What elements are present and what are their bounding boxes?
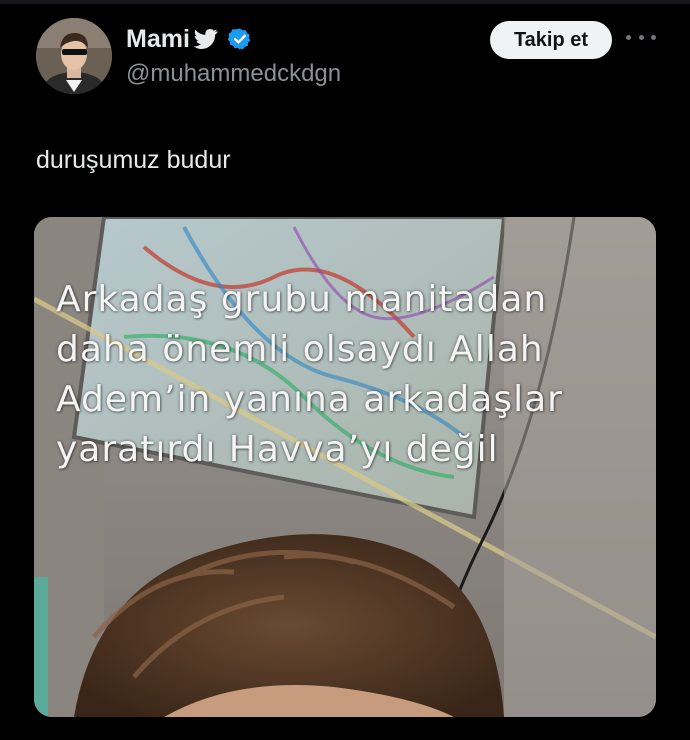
author-handle[interactable]: @muhammedckdgn <box>126 60 341 88</box>
more-dot <box>638 34 644 40</box>
media-caption-line: daha önemli olsaydı Allah <box>56 329 544 370</box>
top-divider <box>0 0 690 4</box>
media-caption: Arkadaş grubu manitadan daha önemli olsa… <box>56 275 656 475</box>
verified-badge-icon <box>227 28 251 50</box>
avatar[interactable] <box>36 18 112 94</box>
avatar-image <box>36 18 112 94</box>
tweet-text: duruşumuz budur <box>36 146 231 174</box>
more-dot <box>626 34 631 40</box>
more-dot <box>651 34 656 40</box>
media-caption-line: Arkadaş grubu manitadan <box>56 279 548 320</box>
author-name[interactable]: Mami <box>126 25 190 54</box>
bird-icon <box>193 29 218 49</box>
follow-button[interactable]: Takip et <box>490 21 612 59</box>
tweet-media[interactable]: Arkadaş grubu manitadan daha önemli olsa… <box>34 217 656 717</box>
media-caption-line: Adem’in yanına arkadaşlar <box>56 379 563 420</box>
author-name-row: Mami <box>126 24 252 54</box>
more-options-icon[interactable] <box>626 30 656 44</box>
media-caption-line: yaratırdı Havva’yı değil <box>56 429 499 470</box>
